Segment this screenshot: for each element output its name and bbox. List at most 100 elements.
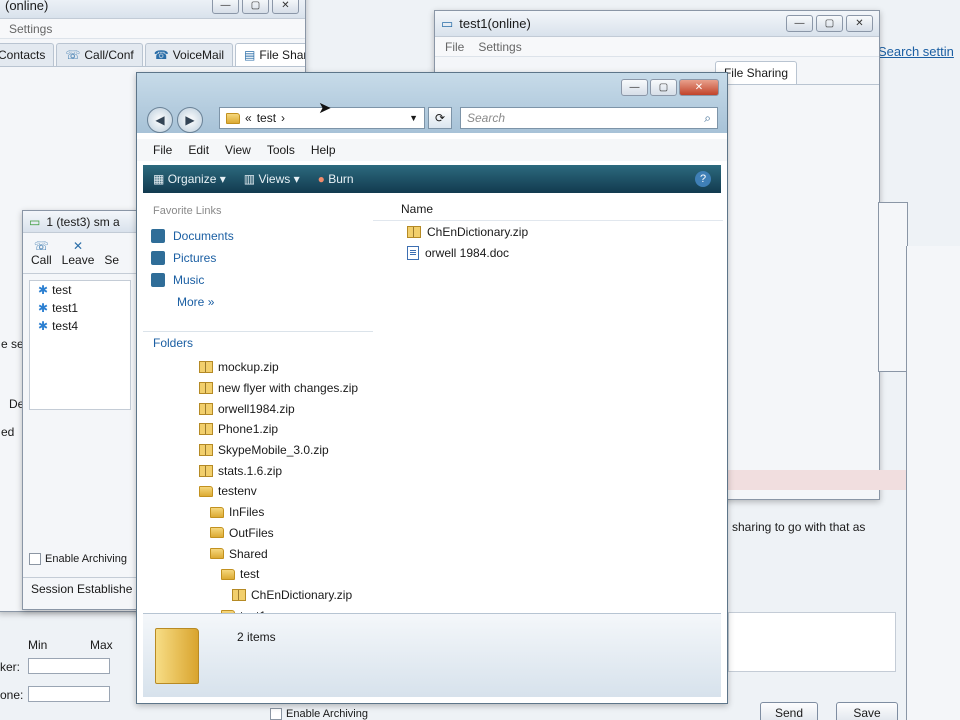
participant-item[interactable]: ✱ test <box>30 281 130 299</box>
file-row[interactable]: ChEnDictionary.zip <box>373 221 723 242</box>
zip-file-icon <box>199 382 213 395</box>
conversation-window: ▭ 1 (test3) sm a ☏Call ✕Leave xSe ✱test … <box>22 210 138 610</box>
background-window-edge <box>878 202 908 372</box>
tree-item[interactable]: ChEnDictionary.zip <box>143 585 393 606</box>
phone-icon: ☏ <box>65 48 81 62</box>
tree-item[interactable]: mockup.zip <box>143 357 393 378</box>
close-button[interactable]: ✕ <box>679 79 719 96</box>
enable-archiving-checkbox[interactable] <box>270 708 282 720</box>
folder-icon <box>210 548 224 560</box>
call-button[interactable]: ☏ Call <box>31 239 52 267</box>
more-links[interactable]: More » <box>143 291 371 313</box>
tree-item-label: new flyer with changes.zip <box>218 381 359 396</box>
label-phone: one: <box>0 688 24 702</box>
tree-item[interactable]: OutFiles <box>143 523 393 544</box>
tree-item[interactable]: Phone1.zip <box>143 419 393 440</box>
zip-file-icon <box>232 588 246 601</box>
folder-icon <box>226 112 240 124</box>
folder-icon <box>210 527 224 539</box>
close-button[interactable]: ✕ <box>272 0 299 14</box>
menu-tools[interactable]: Tools <box>261 143 305 157</box>
person-icon: ✱ <box>38 301 49 315</box>
phone-volume-slider[interactable] <box>28 686 110 702</box>
leave-button[interactable]: ✕ Leave <box>62 239 95 267</box>
call-icon: ☏ <box>33 239 49 253</box>
search-input[interactable]: Search ⌕ <box>460 107 718 129</box>
back-button[interactable]: ◀ <box>147 107 173 133</box>
maximize-button[interactable]: ▢ <box>242 0 269 14</box>
menu-help[interactable]: Help <box>305 143 346 157</box>
folder-icon <box>199 485 213 497</box>
tab-voicemail[interactable]: ☎ VoiceMail <box>144 43 234 66</box>
tab-contacts[interactable]: Contacts <box>0 43 55 66</box>
folder-large-icon <box>155 628 199 684</box>
menu-settings[interactable]: Settings <box>478 40 521 54</box>
menu-settings[interactable]: Settings <box>9 22 52 36</box>
file-list-pane: Name ChEnDictionary.zip orwell 1984.doc <box>373 197 723 617</box>
tree-item-label: Phone1.zip <box>218 422 279 437</box>
search-icon[interactable]: ⌕ <box>704 111 711 126</box>
minimize-button[interactable]: — <box>786 15 813 32</box>
address-prefix: « <box>245 111 252 125</box>
enable-archiving-checkbox[interactable] <box>29 553 41 566</box>
views-button[interactable]: ▥ Views ▾ <box>244 172 300 186</box>
maximize-button[interactable]: ▢ <box>816 15 843 32</box>
favorite-music[interactable]: Music <box>143 269 371 291</box>
main-window-title: (online) <box>5 0 49 13</box>
tree-item[interactable]: Shared <box>143 543 393 564</box>
person-icon: ✱ <box>38 283 49 297</box>
tree-item[interactable]: test <box>143 564 393 585</box>
tree-item[interactable]: SkypeMobile_3.0.zip <box>143 440 393 461</box>
zip-file-icon <box>199 423 213 436</box>
tree-item[interactable]: stats.1.6.zip <box>143 460 393 481</box>
address-path[interactable]: test <box>257 111 276 125</box>
zip-file-icon <box>199 444 213 457</box>
favorite-pictures[interactable]: Pictures <box>143 247 371 269</box>
folder-icon <box>210 506 224 518</box>
tree-item[interactable]: InFiles <box>143 502 393 523</box>
menu-file[interactable]: File <box>445 40 464 54</box>
main-window-titlebar: (online) — ▢ ✕ <box>0 0 305 19</box>
participant-item[interactable]: ✱ test1 <box>30 299 130 317</box>
message-input[interactable] <box>728 612 896 672</box>
tab-call-conf[interactable]: ☏ Call/Conf <box>56 43 143 66</box>
person-icon: ✱ <box>38 319 49 333</box>
search-placeholder: Search <box>467 111 506 125</box>
maximize-button[interactable]: ▢ <box>650 79 677 96</box>
minimize-button[interactable]: — <box>621 79 648 96</box>
tree-item[interactable]: orwell1984.zip <box>143 398 393 419</box>
minimize-button[interactable]: — <box>212 0 239 14</box>
search-settings-link[interactable]: Search settin <box>878 44 954 59</box>
participant-item[interactable]: ✱ test4 <box>30 317 130 335</box>
forward-button[interactable]: ▶ <box>177 107 203 133</box>
address-dropdown-icon[interactable]: ▼ <box>409 113 418 123</box>
folders-header[interactable]: Folders ⌄ <box>143 331 393 353</box>
favorite-documents[interactable]: Documents <box>143 225 371 247</box>
send-file-button[interactable]: xSe <box>104 239 119 267</box>
tree-item[interactable]: testenv <box>143 481 393 502</box>
save-button[interactable]: Save <box>836 702 898 720</box>
menu-file[interactable]: File <box>147 143 182 157</box>
close-button[interactable]: ✕ <box>846 15 873 32</box>
menu-view[interactable]: View <box>219 143 261 157</box>
views-icon: ▥ <box>243 172 256 186</box>
tree-item-label: SkypeMobile_3.0.zip <box>218 443 329 458</box>
send-button[interactable]: Send <box>760 702 818 720</box>
tab-file-sharing[interactable]: ▤File Sharing <box>235 43 305 66</box>
menu-edit[interactable]: Edit <box>182 143 219 157</box>
speaker-volume-slider[interactable] <box>28 658 110 674</box>
label-ed: ed <box>1 425 15 439</box>
tree-item-label: OutFiles <box>229 525 274 540</box>
file-row[interactable]: orwell 1984.doc <box>373 242 723 263</box>
label-speaker: ker: <box>0 660 21 674</box>
help-icon[interactable]: ? <box>695 171 711 187</box>
tree-item[interactable]: new flyer with changes.zip <box>143 378 393 399</box>
label-min: Min <box>28 638 48 652</box>
burn-button[interactable]: ● Burn <box>318 172 354 186</box>
address-separator[interactable]: › <box>281 111 285 125</box>
refresh-button[interactable]: ⟳ <box>428 107 452 129</box>
music-icon <box>151 273 165 287</box>
forward-arrow-icon: ▶ <box>185 113 195 127</box>
column-header-name[interactable]: Name <box>373 197 723 221</box>
organize-button[interactable]: ▦ Organize ▾ <box>153 172 226 186</box>
